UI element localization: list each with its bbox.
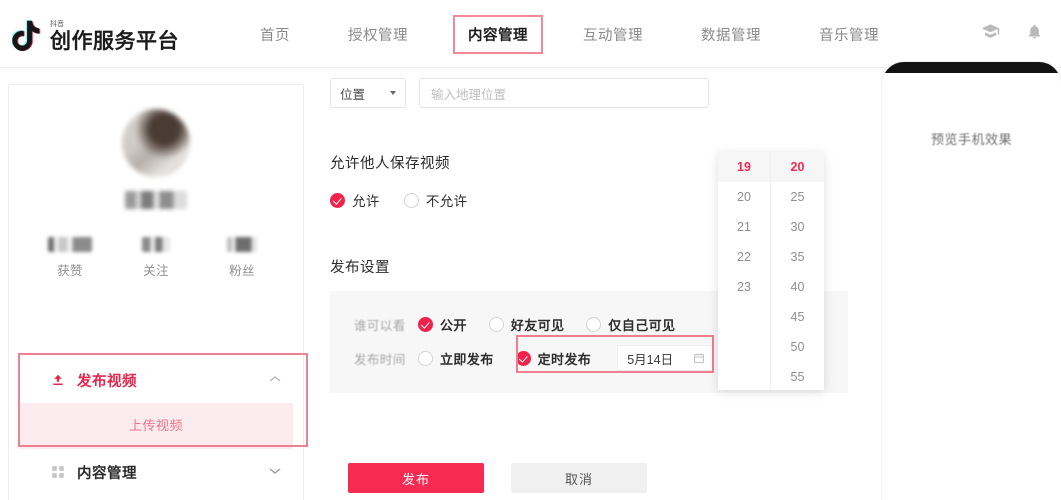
nav-item-data[interactable]: 数据管理 bbox=[697, 18, 765, 51]
nav-item-home[interactable]: 首页 bbox=[256, 18, 294, 51]
sidebar-item-publish-video-label: 发布视频 bbox=[77, 373, 137, 390]
radio-visibility-public-label: 公开 bbox=[440, 317, 467, 333]
location-input[interactable]: 输入地理位置 bbox=[419, 78, 709, 108]
radio-dot-icon bbox=[418, 350, 433, 366]
phone-preview: 预览手机效果 bbox=[882, 62, 1061, 500]
stat-likes-value bbox=[48, 237, 92, 252]
visibility-label: 谁可以看 bbox=[354, 318, 406, 333]
radio-dot-selected-icon bbox=[515, 350, 531, 366]
time-picker-minute-option[interactable]: 45 bbox=[771, 302, 824, 332]
graduation-cap-icon[interactable] bbox=[981, 22, 1000, 41]
sidebar-item-content-management[interactable]: 内容管理 bbox=[9, 449, 303, 495]
radio-allow-save-no-label: 不允许 bbox=[425, 194, 468, 209]
profile-card: 获赞 关注 粉丝 bbox=[9, 85, 303, 279]
location-type-select[interactable]: 位置 bbox=[330, 78, 406, 108]
calendar-icon bbox=[693, 352, 705, 364]
sidebar-item-publish-video[interactable]: 发布视频 bbox=[9, 357, 303, 403]
stat-likes: 获赞 bbox=[27, 237, 113, 279]
chevron-down-icon bbox=[269, 467, 281, 478]
stat-fans-value bbox=[227, 237, 257, 252]
radio-visibility-private[interactable]: 仅自己可见 bbox=[586, 315, 675, 334]
radio-dot-icon bbox=[403, 192, 419, 208]
radio-allow-save-no[interactable]: 不允许 bbox=[403, 190, 468, 210]
radio-dot-selected-icon bbox=[418, 316, 433, 332]
stat-following-label: 关注 bbox=[143, 264, 169, 278]
location-input-placeholder: 输入地理位置 bbox=[431, 87, 507, 102]
phone-notch-bar bbox=[882, 62, 1061, 73]
upload-icon bbox=[49, 373, 67, 387]
sidebar: 获赞 关注 粉丝 发布视频 上传视频 内容管理 bbox=[8, 84, 308, 500]
cancel-button[interactable]: 取消 bbox=[511, 463, 647, 493]
nav-item-authorization[interactable]: 授权管理 bbox=[344, 18, 412, 51]
phone-preview-label: 预览手机效果 bbox=[930, 132, 1012, 147]
stat-following-value bbox=[142, 237, 170, 252]
stat-fans: 粉丝 bbox=[199, 237, 285, 279]
radio-visibility-friends[interactable]: 好友可见 bbox=[488, 315, 565, 334]
radio-publish-now[interactable]: 立即发布 bbox=[418, 349, 494, 368]
top-navigation-bar: 抖音 创作服务平台 首页 授权管理 内容管理 互动管理 数据管理 音乐管理 bbox=[0, 0, 1061, 68]
stat-fans-label: 粉丝 bbox=[229, 264, 255, 278]
location-type-select-value: 位置 bbox=[340, 87, 366, 102]
time-picker-minute-option[interactable]: 55 bbox=[771, 362, 824, 390]
topbar-icon-group bbox=[955, 22, 1043, 41]
main-nav: 首页 授权管理 内容管理 互动管理 数据管理 音乐管理 bbox=[256, 0, 933, 68]
logo-title: 创作服务平台 bbox=[50, 30, 179, 53]
radio-allow-save-yes-label: 允许 bbox=[352, 194, 380, 209]
location-row: 位置 输入地理位置 bbox=[330, 78, 870, 108]
time-picker-hour-option[interactable]: 21 bbox=[718, 212, 770, 242]
radio-publish-now-label: 立即发布 bbox=[440, 351, 494, 367]
schedule-date-input[interactable]: 5月14日 bbox=[617, 345, 714, 371]
radio-visibility-friends-label: 好友可见 bbox=[510, 317, 565, 333]
time-picker-minute-option[interactable]: 35 bbox=[771, 242, 824, 272]
nav-item-interaction[interactable]: 互动管理 bbox=[579, 18, 647, 51]
radio-publish-scheduled-label: 定时发布 bbox=[537, 351, 592, 367]
douyin-note-icon bbox=[12, 20, 42, 54]
nav-item-content-management[interactable]: 内容管理 bbox=[453, 14, 543, 54]
radio-visibility-private-label: 仅自己可见 bbox=[608, 317, 676, 333]
time-picker-hour-option[interactable]: 22 bbox=[718, 242, 770, 272]
time-picker-minute-option[interactable]: 20 bbox=[771, 152, 824, 182]
form-actions: 发布 取消 bbox=[348, 463, 647, 493]
stat-likes-label: 获赞 bbox=[57, 264, 83, 278]
radio-visibility-public[interactable]: 公开 bbox=[418, 315, 467, 334]
publish-button[interactable]: 发布 bbox=[348, 463, 484, 493]
time-picker-hour-option[interactable]: 23 bbox=[718, 272, 770, 302]
radio-allow-save-yes[interactable]: 允许 bbox=[330, 190, 380, 210]
chevron-down-icon bbox=[390, 91, 396, 95]
logo-subtitle: 抖音 bbox=[50, 21, 64, 28]
username-masked bbox=[125, 191, 187, 209]
radio-dot-selected-icon bbox=[330, 192, 345, 208]
sidebar-subitem-upload-video[interactable]: 上传视频 bbox=[19, 403, 293, 449]
time-picker-minute-option[interactable]: 30 bbox=[771, 212, 824, 242]
radio-dot-icon bbox=[586, 316, 602, 332]
sidebar-menu: 发布视频 上传视频 内容管理 bbox=[9, 357, 303, 495]
time-picker-hour-option[interactable]: 20 bbox=[718, 182, 770, 212]
chevron-up-icon bbox=[269, 375, 281, 386]
site-logo[interactable]: 抖音 创作服务平台 bbox=[12, 14, 179, 54]
time-picker-hours-column[interactable]: 19 20 21 22 23 bbox=[718, 152, 771, 390]
time-picker-hour-option[interactable]: 19 bbox=[718, 152, 770, 182]
time-picker-minutes-column[interactable]: 20 25 30 35 40 45 50 55 bbox=[771, 152, 824, 390]
schedule-date-value: 5月14日 bbox=[627, 352, 674, 367]
radio-dot-icon bbox=[488, 316, 504, 332]
time-picker-dropdown: 19 20 21 22 23 20 25 30 35 40 45 50 55 bbox=[718, 152, 824, 390]
bell-icon[interactable] bbox=[1026, 22, 1043, 41]
sidebar-item-content-management-label: 内容管理 bbox=[77, 465, 137, 482]
time-picker-minute-option[interactable]: 25 bbox=[771, 182, 824, 212]
stat-following: 关注 bbox=[113, 237, 199, 279]
profile-stats: 获赞 关注 粉丝 bbox=[9, 237, 303, 279]
nav-item-music[interactable]: 音乐管理 bbox=[815, 18, 883, 51]
time-picker-minute-option[interactable]: 40 bbox=[771, 272, 824, 302]
grid-icon bbox=[49, 465, 67, 479]
avatar[interactable] bbox=[122, 109, 190, 177]
time-picker-minute-option[interactable]: 50 bbox=[771, 332, 824, 362]
radio-publish-scheduled[interactable]: 定时发布 bbox=[515, 349, 592, 368]
timing-label: 发布时间 bbox=[354, 352, 406, 367]
